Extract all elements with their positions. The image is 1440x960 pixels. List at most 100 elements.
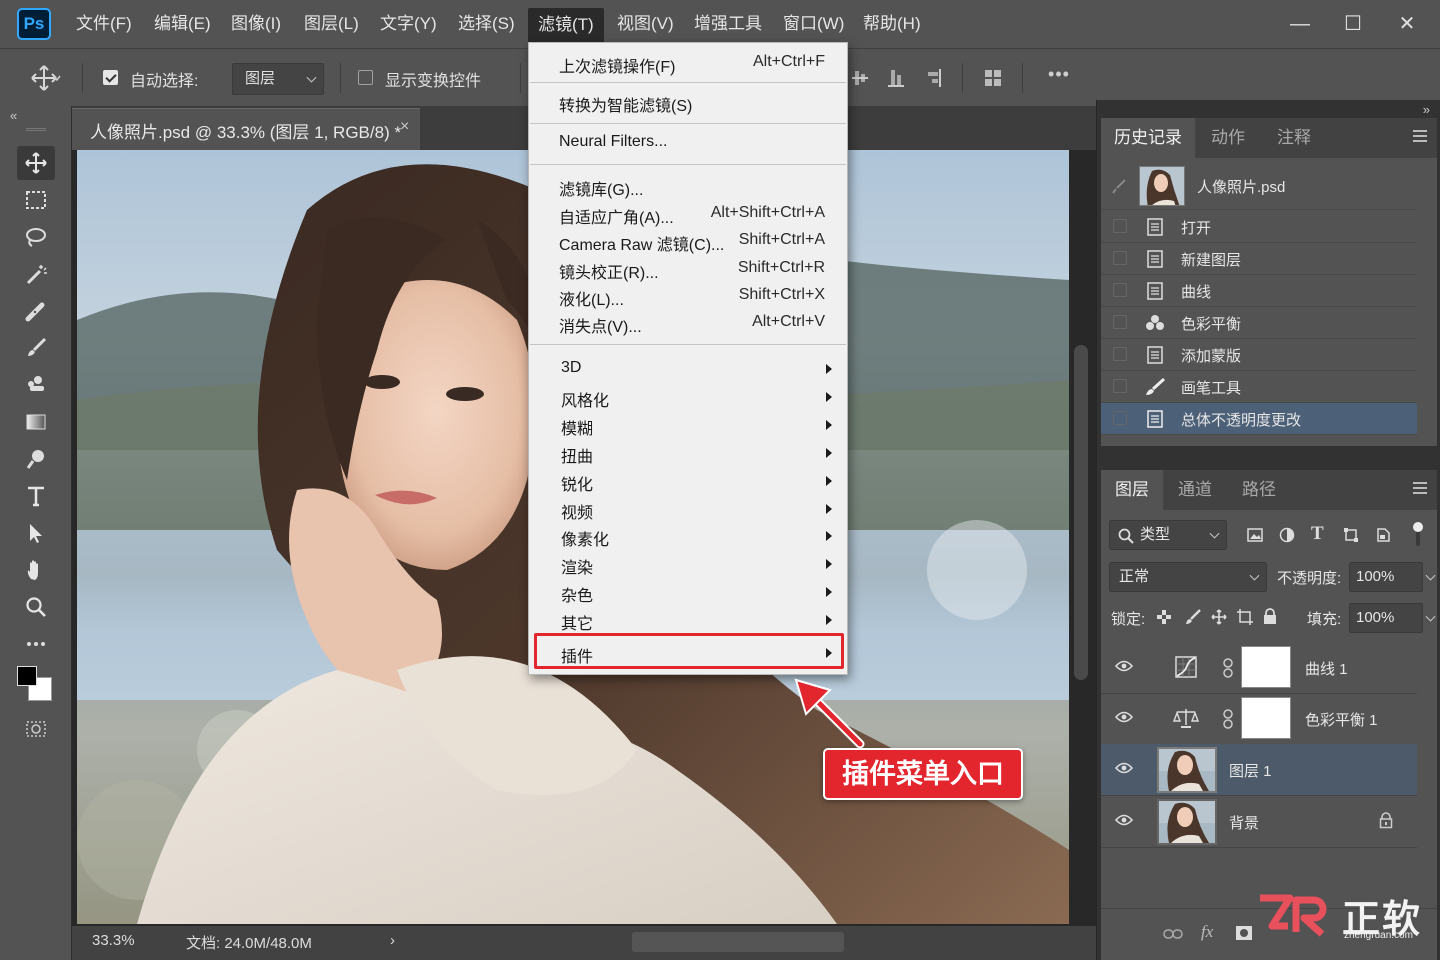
menu-item-adaptive-wide-angle[interactable]: 自适应广角(A)... Alt+Shift+Ctrl+A (529, 200, 847, 227)
menu-select[interactable]: 选择(S) (452, 11, 521, 37)
tab-channels[interactable]: 通道 (1163, 470, 1227, 510)
menu-item-convert-smart-filter[interactable]: 转换为智能滤镜(S) (529, 88, 847, 115)
menu-item-vanishing-point[interactable]: 消失点(V)... Alt+Ctrl+V (529, 309, 847, 336)
layer-mask-thumbnail[interactable] (1241, 697, 1291, 739)
layer-row[interactable]: 背景 (1101, 796, 1417, 848)
menu-image[interactable]: 图像(I) (225, 11, 287, 37)
foreground-color-swatch[interactable] (17, 666, 37, 686)
submenu-render[interactable]: 渲染 (529, 550, 847, 577)
layer-row[interactable]: 曲线 1 (1101, 642, 1417, 694)
menu-item-camera-raw[interactable]: Camera Raw 滤镜(C)... Shift+Ctrl+A (529, 227, 847, 254)
history-step[interactable]: 新建图层 (1101, 243, 1417, 275)
submenu-other[interactable]: 其它 (529, 606, 847, 633)
filter-smart-object-icon[interactable] (1375, 527, 1391, 543)
marquee-tool-icon[interactable] (17, 183, 55, 217)
menu-item-last-filter[interactable]: 上次滤镜操作(F) Alt+Ctrl+F (529, 49, 847, 76)
zoom-level[interactable]: 33.3% (92, 932, 135, 949)
align-vcenter-icon[interactable] (850, 67, 870, 89)
menu-item-lens-correction[interactable]: 镜头校正(R)... Shift+Ctrl+R (529, 255, 847, 282)
clone-stamp-tool-icon[interactable] (17, 368, 55, 402)
history-snapshot[interactable]: 人像照片.psd (1101, 162, 1417, 210)
visibility-eye-icon[interactable] (1115, 711, 1133, 723)
maximize-button[interactable]: ☐ (1333, 10, 1373, 38)
menu-layer[interactable]: 图层(L) (298, 11, 365, 37)
opacity-field[interactable]: 100% (1349, 562, 1423, 592)
menu-item-liquify[interactable]: 液化(L)... Shift+Ctrl+X (529, 282, 847, 309)
lock-position-icon[interactable] (1211, 609, 1227, 625)
document-tab[interactable]: 人像照片.psd @ 33.3% (图层 1, RGB/8) * × (72, 108, 420, 150)
zoom-tool-icon[interactable] (17, 590, 55, 624)
layer-thumbnail[interactable] (1157, 799, 1217, 845)
lock-artboard-icon[interactable] (1237, 609, 1253, 625)
opacity-dropdown-arrow[interactable] (1423, 562, 1437, 592)
collapse-toolbar-icon[interactable]: « (10, 108, 17, 123)
close-button[interactable]: ✕ (1387, 10, 1427, 38)
filter-type-icon[interactable]: T (1311, 523, 1324, 545)
menu-enhance-tools[interactable]: 增强工具 (688, 11, 768, 37)
menu-edit[interactable]: 编辑(E) (148, 11, 217, 37)
submenu-video[interactable]: 视频 (529, 495, 847, 522)
link-icon[interactable] (1163, 928, 1183, 940)
filter-shape-icon[interactable] (1343, 527, 1359, 543)
visibility-eye-icon[interactable] (1115, 762, 1133, 774)
submenu-stylize[interactable]: 风格化 (529, 383, 847, 410)
healing-brush-tool-icon[interactable] (17, 294, 55, 328)
chain-link-icon[interactable] (1223, 658, 1233, 678)
hand-tool-icon[interactable] (17, 553, 55, 587)
lock-pixels-icon[interactable] (1185, 609, 1201, 625)
dodge-tool-icon[interactable] (17, 442, 55, 476)
tab-layers[interactable]: 图层 (1101, 470, 1163, 510)
horizontal-scrollbar[interactable] (632, 932, 844, 952)
menu-filter[interactable]: 滤镜(T) (528, 8, 604, 42)
lasso-tool-icon[interactable] (17, 220, 55, 254)
fx-icon[interactable]: fx (1201, 922, 1213, 942)
lock-all-icon[interactable] (1263, 608, 1277, 625)
submenu-3d[interactable]: 3D (529, 355, 847, 382)
align-bottom-icon[interactable] (886, 67, 906, 89)
color-swatches[interactable] (17, 666, 53, 702)
type-tool-icon[interactable] (17, 479, 55, 513)
submenu-sharpen[interactable]: 锐化 (529, 467, 847, 494)
history-brush-checkbox[interactable] (1113, 219, 1127, 233)
mask-icon[interactable] (1235, 925, 1253, 941)
menu-item-filter-gallery[interactable]: 滤镜库(G)... (529, 172, 847, 199)
tab-paths[interactable]: 路径 (1227, 470, 1291, 510)
more-tools-icon[interactable] (17, 627, 55, 661)
submenu-blur[interactable]: 模糊 (529, 411, 847, 438)
menu-item-neural-filters[interactable]: Neural Filters... (529, 129, 847, 156)
filter-pixel-icon[interactable] (1247, 527, 1263, 543)
menu-type[interactable]: 文字(Y) (374, 11, 443, 37)
filter-adjustment-icon[interactable] (1279, 527, 1295, 543)
show-transform-checkbox[interactable] (358, 70, 373, 85)
panel-menu-icon[interactable] (1413, 482, 1427, 494)
menu-file[interactable]: 文件(F) (70, 11, 138, 37)
history-brush-checkbox[interactable] (1113, 379, 1127, 393)
menu-view[interactable]: 视图(V) (611, 11, 680, 37)
collapse-panels-icon[interactable]: » (1423, 102, 1430, 117)
layer-row[interactable]: 色彩平衡 1 (1101, 693, 1417, 745)
history-brush-checkbox[interactable] (1113, 315, 1127, 329)
fill-field[interactable]: 100% (1349, 603, 1423, 633)
filter-toggle[interactable] (1413, 522, 1423, 548)
close-tab-icon[interactable]: × (400, 118, 409, 136)
tab-history[interactable]: 历史记录 (1101, 118, 1195, 158)
auto-select-checkbox[interactable] (103, 70, 118, 85)
history-brush-checkbox[interactable] (1113, 411, 1127, 425)
move-tool-preset-icon[interactable] (30, 63, 64, 93)
history-step[interactable]: 色彩平衡 (1101, 307, 1417, 339)
auto-select-target-dropdown[interactable]: 图层 (232, 63, 324, 95)
blend-mode-dropdown[interactable]: 正常 (1109, 562, 1267, 592)
submenu-pixelate[interactable]: 像素化 (529, 522, 847, 549)
minimize-button[interactable]: — (1280, 10, 1320, 38)
history-step[interactable]: 曲线 (1101, 275, 1417, 307)
tab-actions[interactable]: 动作 (1195, 118, 1261, 158)
history-step[interactable]: 添加蒙版 (1101, 339, 1417, 371)
menu-window[interactable]: 窗口(W) (777, 11, 850, 37)
distribute-icon[interactable] (982, 67, 1004, 89)
layer-mask-thumbnail[interactable] (1241, 646, 1291, 688)
history-step-selected[interactable]: 总体不透明度更改 (1101, 403, 1417, 435)
tab-notes[interactable]: 注释 (1261, 118, 1327, 158)
history-step[interactable]: 画笔工具 (1101, 371, 1417, 403)
menu-help[interactable]: 帮助(H) (857, 11, 927, 37)
history-brush-checkbox[interactable] (1113, 347, 1127, 361)
